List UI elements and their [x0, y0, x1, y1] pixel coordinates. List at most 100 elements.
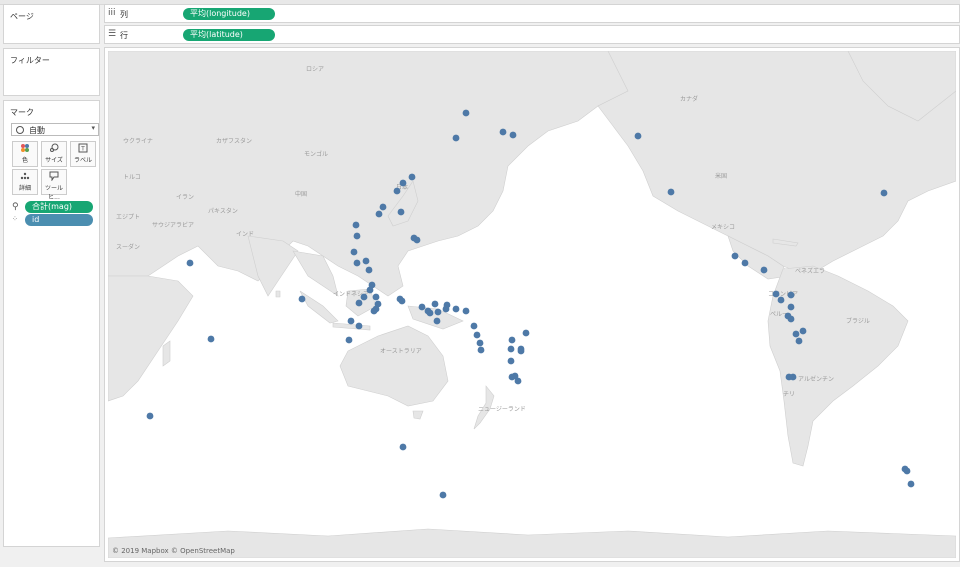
quake-point[interactable] — [379, 203, 387, 211]
land-masses — [108, 51, 956, 558]
land-tasmania — [412, 410, 424, 420]
quake-point[interactable] — [473, 331, 481, 339]
mag-sum-pill-text: 合計(mag) — [32, 202, 73, 211]
quake-point[interactable] — [399, 443, 407, 451]
map-label: ニュージーランド — [478, 406, 526, 413]
longitude-pill[interactable]: 平均(longitude) — [183, 8, 275, 20]
map-label: ウクライナ — [123, 137, 153, 145]
quake-point[interactable] — [186, 259, 194, 267]
quake-point[interactable] — [418, 303, 426, 311]
quake-point[interactable] — [431, 300, 439, 308]
quake-point[interactable] — [452, 134, 460, 142]
quake-point[interactable] — [362, 257, 370, 265]
quake-point[interactable] — [795, 337, 803, 345]
quake-point[interactable] — [772, 290, 780, 298]
rows-shelf[interactable]: ☰ 行 平均(latitude) — [104, 25, 960, 44]
quake-point[interactable] — [787, 303, 795, 311]
quake-point[interactable] — [507, 345, 515, 353]
quake-point[interactable] — [397, 208, 405, 216]
quake-point[interactable] — [365, 266, 373, 274]
quake-point[interactable] — [372, 293, 380, 301]
id-pill[interactable]: id — [25, 214, 93, 226]
map-label: 中国 — [295, 190, 307, 198]
quake-point[interactable] — [907, 480, 915, 488]
quake-point[interactable] — [426, 309, 434, 317]
quake-point[interactable] — [476, 339, 484, 347]
quake-point[interactable] — [433, 317, 441, 325]
quake-point[interactable] — [146, 412, 154, 420]
quake-point[interactable] — [452, 305, 460, 313]
quake-point[interactable] — [462, 109, 470, 117]
quake-point[interactable] — [413, 236, 421, 244]
quake-point[interactable] — [442, 305, 450, 313]
quake-point[interactable] — [345, 336, 353, 344]
map-canvas[interactable]: ロシア カナダ 米国 メキシコ ブラジル ベネズエラ コロンビア ペルー アルゼンチン チリ 中国日… — [108, 51, 956, 558]
quake-point[interactable] — [789, 373, 797, 381]
quake-point[interactable] — [355, 322, 363, 330]
filters-title: フィルター — [10, 56, 50, 65]
quake-point[interactable] — [787, 291, 795, 299]
quake-point[interactable] — [508, 336, 516, 344]
mark-type-dropdown[interactable]: 自動 ▾ — [11, 123, 99, 136]
detail-button-label: 詳細 — [18, 185, 31, 192]
quake-point[interactable] — [507, 357, 515, 365]
map-label: カナダ — [680, 95, 698, 103]
quake-point[interactable] — [792, 330, 800, 338]
columns-shelf[interactable]: iii 列 平均(longitude) — [104, 4, 960, 23]
quake-point[interactable] — [514, 377, 522, 385]
quake-point[interactable] — [353, 232, 361, 240]
pages-panel[interactable]: ページ — [3, 4, 100, 44]
quake-point[interactable] — [372, 305, 380, 313]
quake-point[interactable] — [399, 179, 407, 187]
mag-sum-pill[interactable]: 合計(mag) — [25, 201, 93, 213]
tooltip-button[interactable]: ツールヒ... — [41, 169, 67, 201]
quake-point[interactable] — [509, 131, 517, 139]
quake-point[interactable] — [741, 259, 749, 267]
quake-point[interactable] — [347, 317, 355, 325]
quake-point[interactable] — [903, 467, 911, 475]
detail-field-icon: ⁘ — [12, 215, 18, 223]
quake-point[interactable] — [350, 248, 358, 256]
size-button[interactable]: サイズ — [41, 141, 67, 167]
quake-point[interactable] — [439, 491, 447, 499]
latitude-pill[interactable]: 平均(latitude) — [183, 29, 275, 41]
quake-point[interactable] — [375, 210, 383, 218]
quake-point[interactable] — [477, 346, 485, 354]
color-button[interactable]: 色 — [12, 141, 38, 167]
quake-point[interactable] — [360, 293, 368, 301]
quake-point[interactable] — [517, 347, 525, 355]
quake-point[interactable] — [470, 322, 478, 330]
size-field-icon: ⚲ — [12, 202, 19, 212]
map-label: サウジアラビア — [152, 221, 194, 229]
map-label: オーストラリア — [380, 348, 422, 355]
map-label: ブラジル — [846, 317, 870, 325]
quake-point[interactable] — [393, 187, 401, 195]
quake-point[interactable] — [799, 327, 807, 335]
quake-point[interactable] — [207, 335, 215, 343]
quake-point[interactable] — [777, 296, 785, 304]
land-sri-lanka — [275, 290, 281, 298]
quake-point[interactable] — [667, 188, 675, 196]
quake-point[interactable] — [522, 329, 530, 337]
label-icon: T — [71, 143, 95, 156]
quake-point[interactable] — [634, 132, 642, 140]
quake-point[interactable] — [784, 312, 792, 320]
quake-point[interactable] — [398, 297, 406, 305]
filters-panel[interactable]: フィルター — [3, 48, 100, 96]
detail-button[interactable]: 詳細 — [12, 169, 38, 195]
quake-point[interactable] — [408, 173, 416, 181]
quake-point[interactable] — [353, 259, 361, 267]
quake-point[interactable] — [499, 128, 507, 136]
quake-point[interactable] — [434, 308, 442, 316]
quake-point[interactable] — [368, 281, 376, 289]
quake-point[interactable] — [352, 221, 360, 229]
map-credit: © 2019 Mapbox © OpenStreetMap — [112, 547, 235, 555]
quake-point[interactable] — [760, 266, 768, 274]
quake-point[interactable] — [880, 189, 888, 197]
label-button[interactable]: T ラベル — [70, 141, 96, 167]
quake-point[interactable] — [731, 252, 739, 260]
tooltip-icon — [42, 171, 66, 184]
quake-point[interactable] — [462, 307, 470, 315]
quake-point[interactable] — [355, 299, 363, 307]
quake-point[interactable] — [298, 295, 306, 303]
